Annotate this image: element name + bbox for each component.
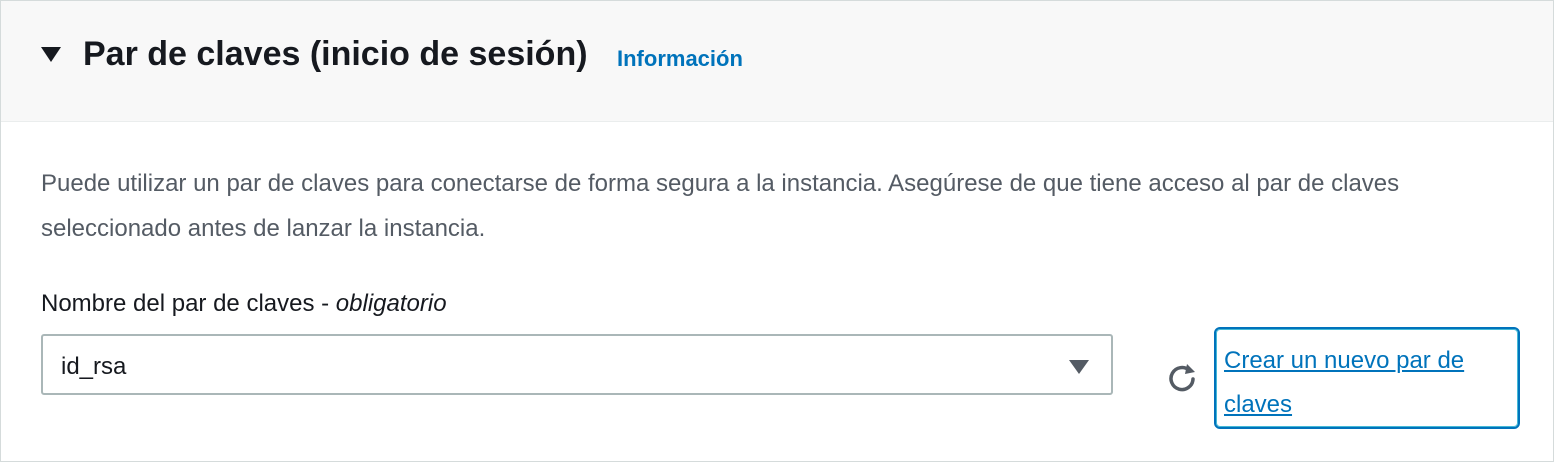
key-pair-name-label: Nombre del par de claves - obligatorio bbox=[41, 290, 447, 318]
refresh-icon[interactable] bbox=[1163, 360, 1201, 398]
key-pair-panel: Par de claves (inicio de sesión) Informa… bbox=[0, 0, 1554, 462]
panel-header[interactable]: Par de claves (inicio de sesión) Informa… bbox=[1, 1, 1553, 122]
create-key-pair-link[interactable]: Crear un nuevo par de claves bbox=[1224, 339, 1514, 427]
key-pair-select[interactable]: id_rsa bbox=[41, 334, 1113, 395]
field-label-text: Nombre del par de claves - bbox=[41, 290, 336, 317]
section-description: Puede utilizar un par de claves para con… bbox=[41, 170, 1400, 242]
required-label: obligatorio bbox=[335, 290, 447, 317]
info-link[interactable]: Información bbox=[617, 46, 743, 72]
dropdown-caret-icon bbox=[1069, 360, 1089, 374]
section-title: Par de claves (inicio de sesión) bbox=[83, 35, 588, 73]
collapse-caret-icon[interactable] bbox=[41, 47, 61, 62]
create-key-pair-focus-ring: Crear un nuevo par de claves bbox=[1214, 327, 1520, 429]
selected-key-pair: id_rsa bbox=[61, 353, 127, 380]
